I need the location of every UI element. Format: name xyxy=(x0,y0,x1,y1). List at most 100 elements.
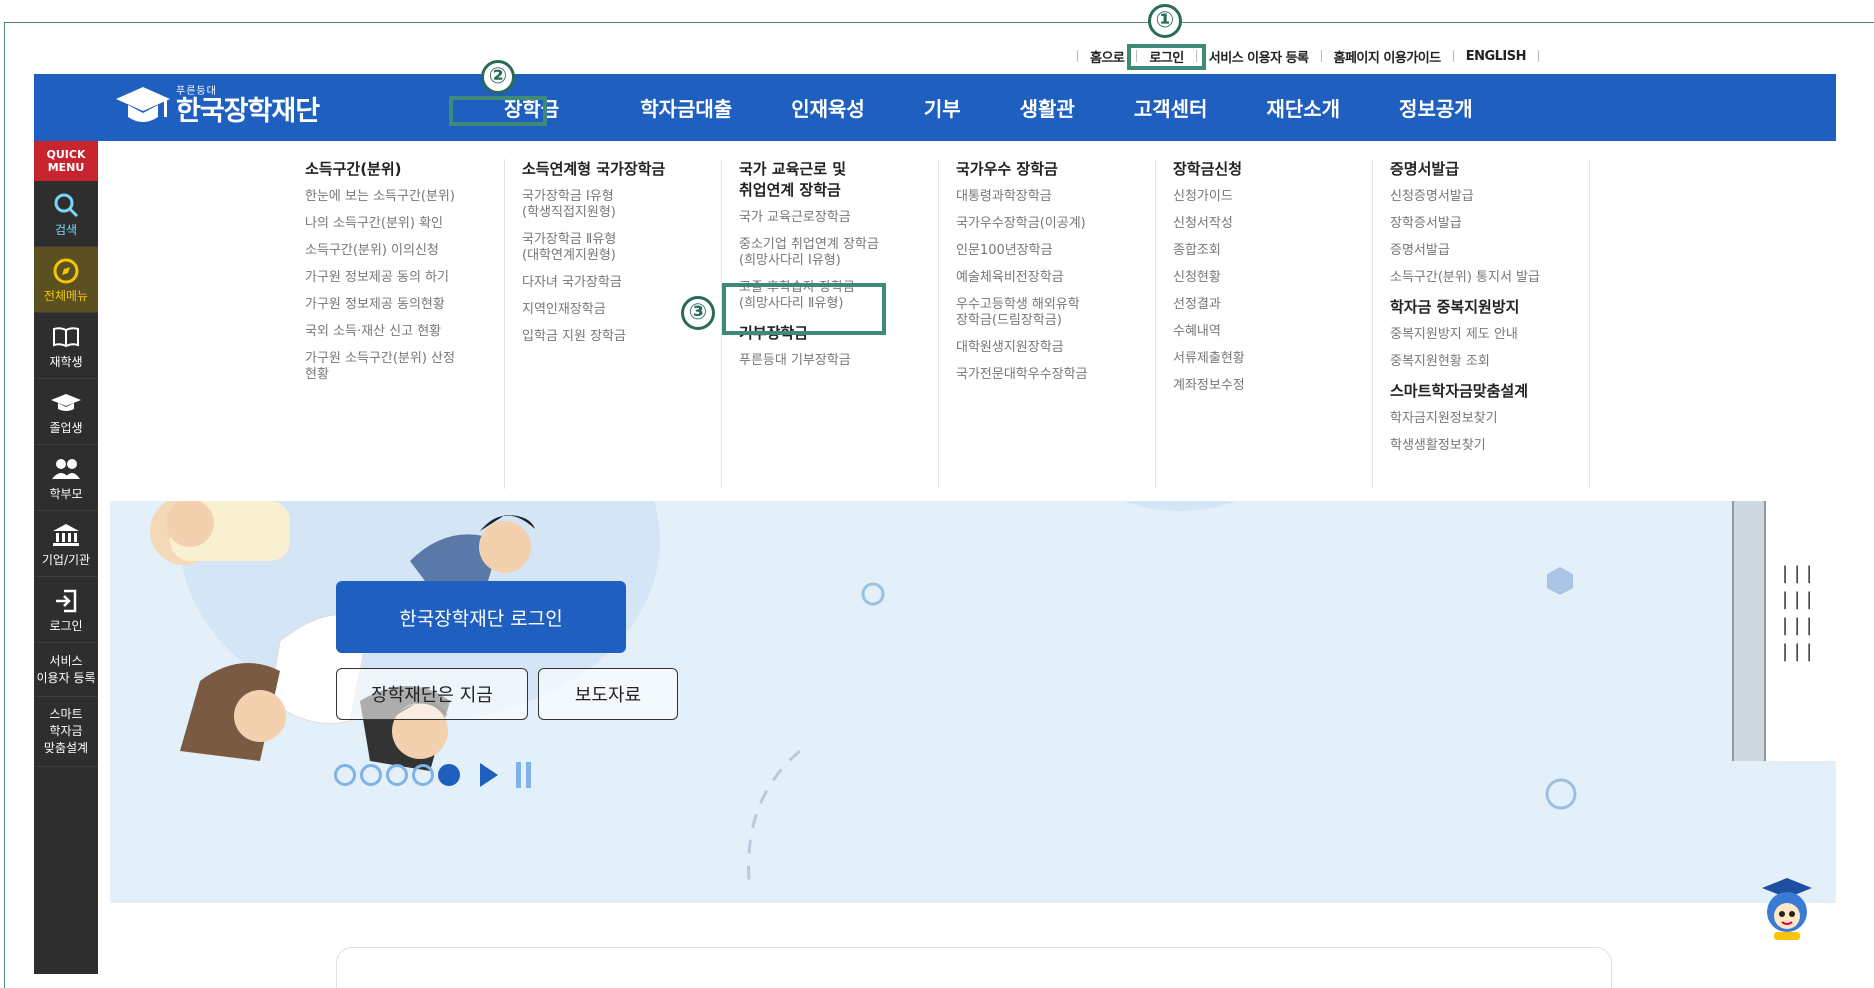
menu-link[interactable]: 대학원생지원장학금 xyxy=(956,340,1155,356)
callout-number: ① xyxy=(1148,4,1182,38)
callout-box-login xyxy=(1127,44,1206,70)
quick-graduate[interactable]: 졸업생 xyxy=(34,379,98,445)
nav-donation[interactable]: 기부 xyxy=(924,93,961,122)
menu-link[interactable]: 국가우수장학금(이공계) xyxy=(956,216,1155,232)
menu-link[interactable]: 계좌정보수정 xyxy=(1173,378,1372,394)
slide-dot-active[interactable] xyxy=(438,764,460,786)
quick-company-institution[interactable]: 기업/기관 xyxy=(34,511,98,577)
menu-link[interactable]: 학생생활정보찾기 xyxy=(1390,438,1589,454)
menu-link[interactable]: 대통령과학장학금 xyxy=(956,189,1155,205)
foundation-now-button[interactable]: 장학재단은 지금 xyxy=(336,668,528,720)
nav-about[interactable]: 재단소개 xyxy=(1266,93,1340,122)
login-icon xyxy=(54,585,78,617)
slide-dot[interactable] xyxy=(412,764,434,786)
menu-link[interactable]: 신청서작성 xyxy=(1173,216,1372,232)
slide-dot[interactable] xyxy=(386,764,408,786)
slider-controls xyxy=(334,762,531,788)
english-link[interactable]: ENGLISH xyxy=(1466,49,1527,64)
kosaf-logo[interactable]: 푸른등대 한국장학재단 xyxy=(116,82,320,127)
logo-small-text: 푸른등대 xyxy=(176,86,217,97)
menu-col-certificate: 증명서발급 신청증명서발급 장학증서발급 증명서발급 소득구간(분위) 통지서 … xyxy=(1372,159,1590,489)
quick-menu-title: QUICK MENU xyxy=(34,141,98,181)
nav-information-disclosure[interactable]: 정보공개 xyxy=(1399,93,1473,122)
menu-link[interactable]: 신청가이드 xyxy=(1173,189,1372,205)
menu-link[interactable]: 국가전문대학우수장학금 xyxy=(956,367,1155,383)
menu-link[interactable]: 나의 소득구간(분위) 확인 xyxy=(305,216,504,232)
menu-link[interactable]: 학자금지원정보찾기 xyxy=(1390,411,1589,427)
menu-heading[interactable]: 학자금 중복지원방지 xyxy=(1390,297,1589,318)
quick-all-menu[interactable]: 전체메뉴 xyxy=(34,247,98,313)
quick-current-student[interactable]: 재학생 xyxy=(34,313,98,379)
callout-number: ② xyxy=(481,60,515,94)
menu-heading[interactable]: 국가 교육근로 및 취업연계 장학금 xyxy=(739,159,938,201)
menu-link[interactable]: 가구원 정보제공 동의현황 xyxy=(305,297,504,313)
menu-link[interactable]: 예술체육비전장학금 xyxy=(956,270,1155,286)
press-release-button[interactable]: 보도자료 xyxy=(538,668,678,720)
menu-link[interactable]: 소득구간(분위) 통지서 발급 xyxy=(1390,270,1589,286)
main-nav-bar: 푸른등대 한국장학재단 장학금 학자금대출 인재육성 기부 생활관 고객센터 재… xyxy=(34,74,1836,141)
menu-link[interactable]: 국가장학금 Ⅱ유형 (대학연계지원형) xyxy=(522,232,721,264)
menu-heading[interactable]: 스마트학자금맞춤설계 xyxy=(1390,381,1589,402)
graduation-cap-icon xyxy=(51,387,81,419)
search-icon xyxy=(53,189,79,221)
quick-service-register[interactable]: 서비스 이용자 등록 xyxy=(34,643,98,697)
compass-icon xyxy=(53,255,79,287)
menu-link[interactable]: 신청증명서발급 xyxy=(1390,189,1589,205)
content-area xyxy=(110,903,1836,988)
pause-icon[interactable] xyxy=(516,762,531,788)
menu-link[interactable]: 입학금 지원 장학금 xyxy=(522,329,721,345)
menu-link[interactable]: 서류제출현황 xyxy=(1173,351,1372,367)
nav-customer-center[interactable]: 고객센터 xyxy=(1134,93,1208,122)
institution-icon xyxy=(52,519,80,551)
home-link[interactable]: 홈으로 xyxy=(1090,47,1125,66)
menu-heading[interactable]: 국가우수 장학금 xyxy=(956,159,1155,180)
menu-link[interactable]: 가구원 정보제공 동의 하기 xyxy=(305,270,504,286)
nav-dormitory[interactable]: 생활관 xyxy=(1020,93,1075,122)
decor-ring xyxy=(861,582,885,606)
menu-link[interactable]: 다자녀 국가장학금 xyxy=(522,275,721,291)
chatbot-mascot-icon[interactable] xyxy=(1760,876,1814,942)
play-icon[interactable] xyxy=(480,763,498,787)
menu-link[interactable]: 가구원 소득구간(분위) 산정 현황 xyxy=(305,351,504,383)
nav-talent-development[interactable]: 인재육성 xyxy=(791,93,865,122)
menu-link[interactable]: 선정결과 xyxy=(1173,297,1372,313)
quick-smart-design[interactable]: 스마트 학자금 맞춤설계 xyxy=(34,697,98,767)
menu-link[interactable]: 중복지원현황 조회 xyxy=(1390,354,1589,370)
menu-link[interactable]: 종합조회 xyxy=(1173,243,1372,259)
homepage-guide-link[interactable]: 홈페이지 이용가이드 xyxy=(1334,47,1442,66)
menu-col-application: 장학금신청 신청가이드 신청서작성 종합조회 신청현황 선정결과 수혜내역 서류… xyxy=(1155,159,1373,489)
quick-login[interactable]: 로그인 xyxy=(34,577,98,643)
slide-dot[interactable] xyxy=(334,764,356,786)
menu-link[interactable]: 우수고등학생 해외유학 장학금(드림장학금) xyxy=(956,297,1155,329)
menu-col-excellence-scholarship: 국가우수 장학금 대통령과학장학금 국가우수장학금(이공계) 인문100년장학금… xyxy=(938,159,1156,489)
menu-heading[interactable]: 소득구간(분위) xyxy=(305,159,504,180)
service-register-link[interactable]: 서비스 이용자 등록 xyxy=(1209,47,1309,66)
quick-search[interactable]: 검색 xyxy=(34,181,98,247)
slide-dot[interactable] xyxy=(360,764,382,786)
menu-link[interactable]: 국가 교육근로장학금 xyxy=(739,210,938,226)
hero-banner: 한국장학재단 로그인 장학재단은 지금 보도자료 ||| ||| ||| ||| xyxy=(110,501,1836,903)
hero-decor xyxy=(1090,501,1270,511)
quick-menu: QUICK MENU 검색 전체메뉴 재학생 졸업생 학부모 기업/기관 로그인… xyxy=(34,141,98,974)
menu-heading[interactable]: 장학금신청 xyxy=(1173,159,1372,180)
menu-link[interactable]: 한눈에 보는 소득구간(분위) xyxy=(305,189,504,205)
kosaf-login-button[interactable]: 한국장학재단 로그인 xyxy=(336,581,626,653)
menu-link[interactable]: 중소기업 취업연계 장학금 (희망사다리 Ⅰ유형) xyxy=(739,237,938,269)
menu-link[interactable]: 증명서발급 xyxy=(1390,243,1589,259)
nav-student-loan[interactable]: 학자금대출 xyxy=(640,93,732,122)
menu-link[interactable]: 소득구간(분위) 이의신청 xyxy=(305,243,504,259)
menu-heading[interactable]: 증명서발급 xyxy=(1390,159,1589,180)
callout-box-highschool-scholarship xyxy=(722,283,886,335)
quick-parents[interactable]: 학부모 xyxy=(34,445,98,511)
menu-link[interactable]: 국외 소득·재산 신고 현황 xyxy=(305,324,504,340)
scholarship-mega-menu: 소득구간(분위) 한눈에 보는 소득구간(분위) 나의 소득구간(분위) 확인 … xyxy=(98,141,1836,501)
people-icon xyxy=(51,453,81,485)
menu-link[interactable]: 인문100년장학금 xyxy=(956,243,1155,259)
menu-heading[interactable]: 소득연계형 국가장학금 xyxy=(522,159,721,180)
menu-link[interactable]: 중복지원방지 제도 안내 xyxy=(1390,327,1589,343)
menu-link[interactable]: 신청현황 xyxy=(1173,270,1372,286)
menu-link[interactable]: 푸른등대 기부장학금 xyxy=(739,353,938,369)
menu-link[interactable]: 국가장학금 Ⅰ유형 (학생직접지원형) xyxy=(522,189,721,221)
menu-link[interactable]: 수혜내역 xyxy=(1173,324,1372,340)
menu-link[interactable]: 장학증서발급 xyxy=(1390,216,1589,232)
